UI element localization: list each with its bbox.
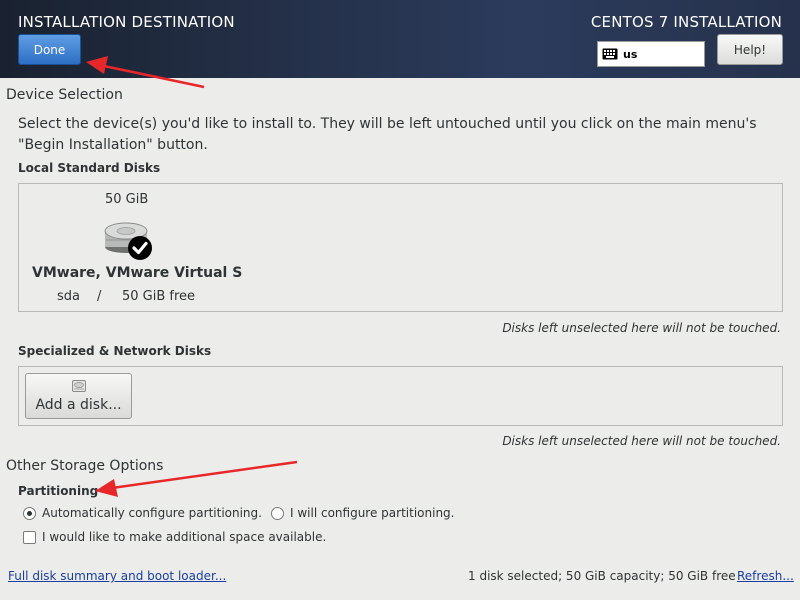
device-selection-intro: Select the device(s) you'd like to insta…: [18, 114, 788, 156]
auto-partitioning-radio[interactable]: [23, 506, 36, 520]
keyboard-layout-label: us: [623, 47, 638, 61]
disk-free-space: 50 GiB free: [122, 289, 196, 304]
hard-disk-selected-icon: [104, 222, 152, 260]
add-disk-button[interactable]: Add a disk...: [25, 373, 132, 419]
page-title: INSTALLATION DESTINATION: [18, 13, 235, 31]
local-disks-label: Local Standard Disks: [18, 161, 161, 175]
refresh-link[interactable]: Refresh...: [737, 569, 794, 583]
help-button[interactable]: Help!: [717, 34, 783, 65]
device-selection-heading: Device Selection: [6, 87, 123, 103]
auto-partitioning-label: Automatically configure partitioning.: [42, 506, 262, 520]
header-bar: INSTALLATION DESTINATION CENTOS 7 INSTAL…: [0, 0, 800, 78]
local-disks-note: Disks left unselected here will not be t…: [502, 321, 781, 335]
disk-icon: [72, 380, 86, 392]
specialized-disks-label: Specialized & Network Disks: [18, 344, 212, 358]
partitioning-label: Partitioning: [18, 484, 99, 498]
disk-status-summary: 1 disk selected; 50 GiB capacity; 50 GiB…: [468, 569, 736, 583]
full-disk-summary-link[interactable]: Full disk summary and boot loader...: [8, 569, 226, 583]
additional-space-option[interactable]: I would like to make additional space av…: [23, 530, 326, 544]
disk-size: 50 GiB: [105, 192, 149, 207]
done-button[interactable]: Done: [18, 34, 81, 65]
auto-partitioning-option[interactable]: Automatically configure partitioning.: [23, 506, 262, 520]
manual-partitioning-radio[interactable]: [271, 506, 284, 520]
add-disk-label: Add a disk...: [35, 397, 122, 413]
disk-separator: /: [97, 289, 102, 304]
product-title: CENTOS 7 INSTALLATION: [590, 13, 782, 31]
disk-device: sda: [57, 289, 80, 304]
manual-partitioning-label: I will configure partitioning.: [290, 506, 455, 520]
additional-space-checkbox[interactable]: [23, 530, 36, 544]
other-storage-heading: Other Storage Options: [6, 458, 164, 474]
specialized-disks-note: Disks left unselected here will not be t…: [502, 434, 781, 448]
keyboard-layout-indicator[interactable]: us: [597, 41, 705, 67]
intro-line-2: "Begin Installation" button.: [18, 137, 208, 153]
intro-line-1: Select the device(s) you'd like to insta…: [18, 116, 757, 132]
disk-name: VMware, VMware Virtual S: [32, 265, 243, 281]
additional-space-label: I would like to make additional space av…: [42, 530, 327, 544]
manual-partitioning-option[interactable]: I will configure partitioning.: [271, 506, 454, 520]
specialized-disks-panel: [18, 366, 783, 426]
keyboard-icon: [602, 48, 618, 60]
